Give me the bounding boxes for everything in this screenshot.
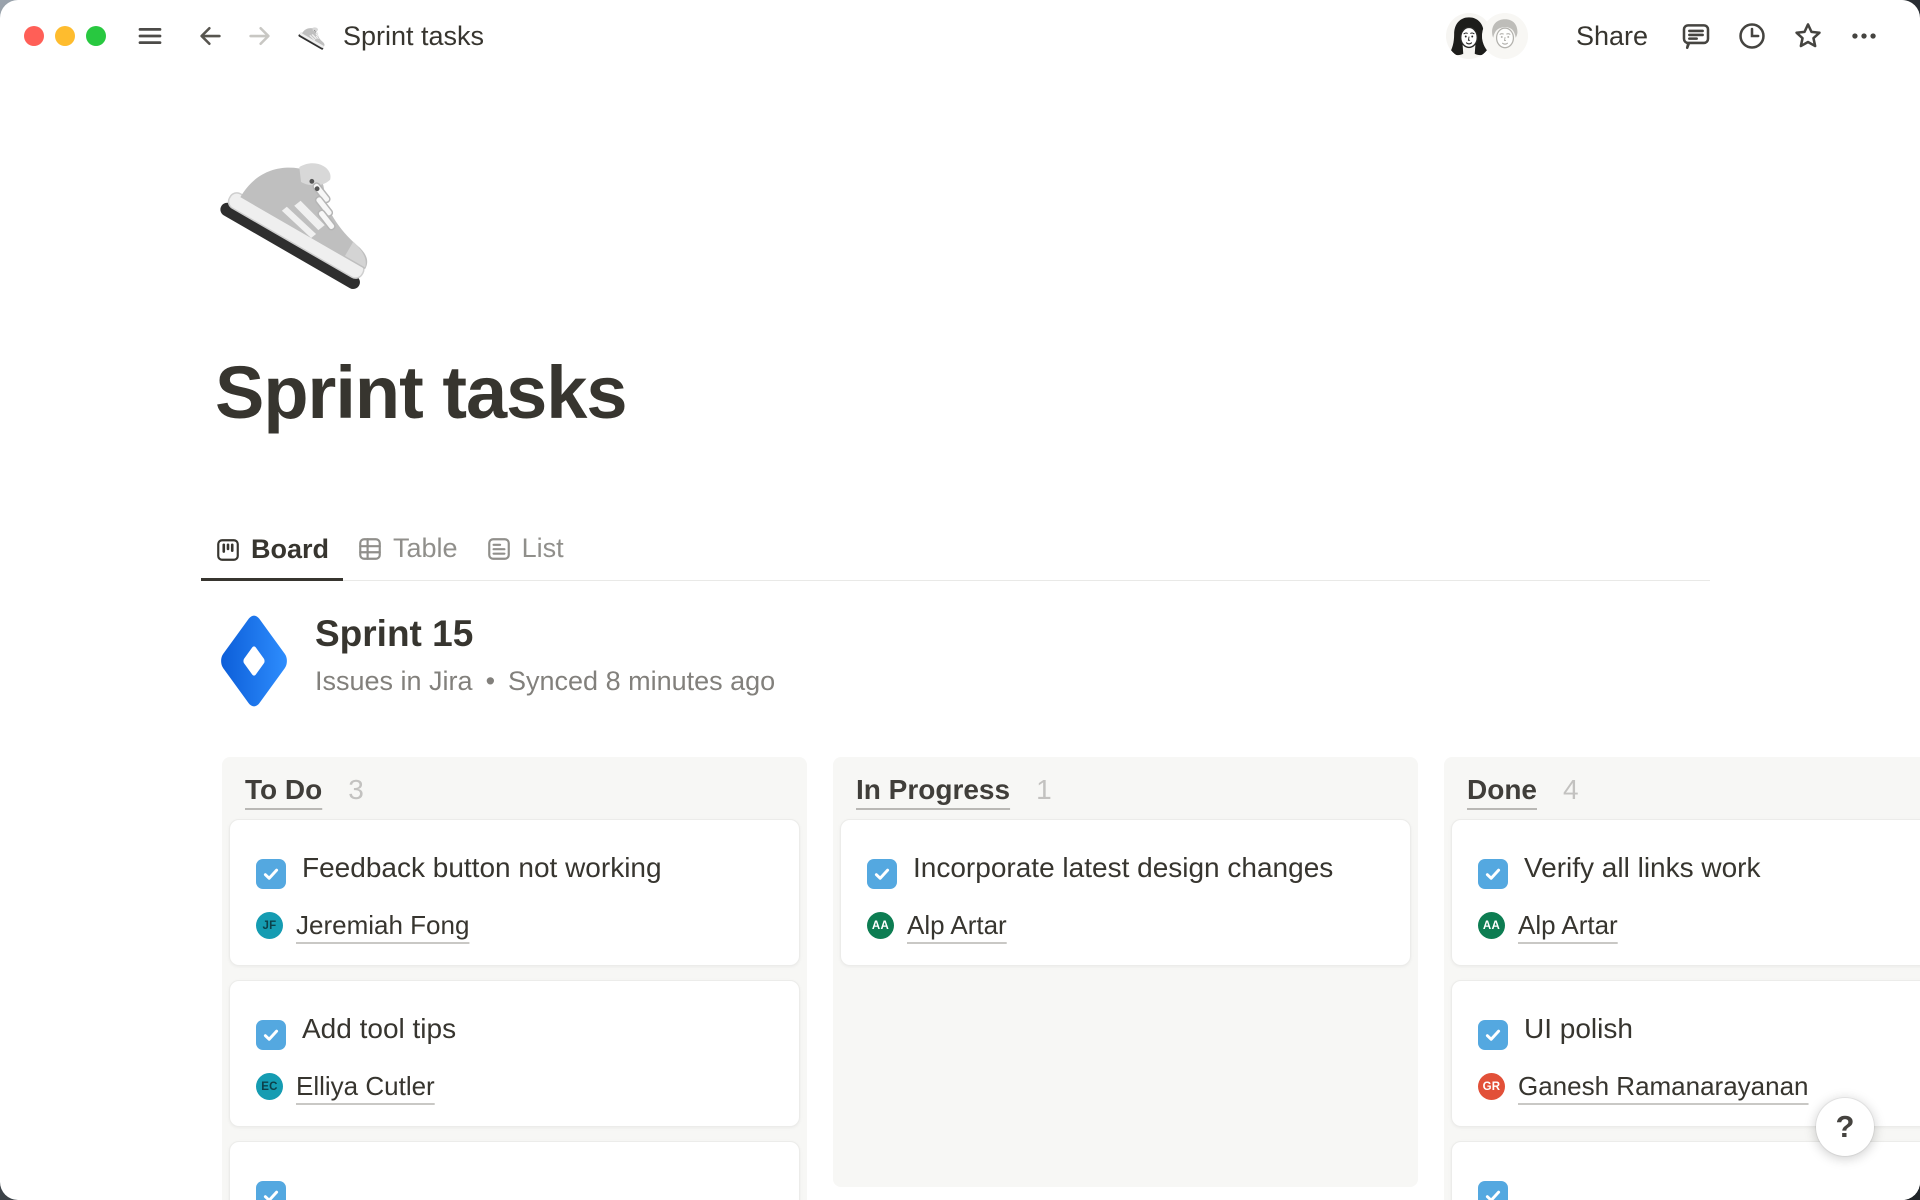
- dot-separator: •: [486, 666, 495, 697]
- hamburger-menu-icon: [137, 23, 163, 49]
- assignee-name[interactable]: Alp Artar: [907, 910, 1007, 941]
- assignee-row: EC Elliya Cutler: [256, 1071, 773, 1102]
- card-title-row: Feedback button not working: [256, 842, 773, 894]
- card-title: Add tool tips: [302, 1013, 456, 1044]
- task-checkbox[interactable]: [867, 859, 897, 889]
- task-checkbox[interactable]: [256, 1020, 286, 1050]
- source-label: Issues in Jira: [315, 666, 473, 697]
- assignee-name[interactable]: Alp Artar: [1518, 910, 1618, 941]
- sync-status: Synced 8 minutes ago: [508, 666, 775, 697]
- nav-forward-button[interactable]: [238, 14, 282, 58]
- card-title-row: [1478, 1164, 1920, 1200]
- updates-button[interactable]: [1730, 14, 1774, 58]
- share-button[interactable]: Share: [1562, 13, 1662, 60]
- assignee-row: AA Alp Artar: [1478, 910, 1920, 941]
- column-done-name[interactable]: Done: [1467, 774, 1537, 806]
- assignee-avatar: EC: [256, 1073, 283, 1100]
- assignee-name[interactable]: Ganesh Ramanarayanan: [1518, 1071, 1809, 1102]
- column-todo: To Do 3 Feedback button not working JF J…: [222, 757, 807, 1200]
- breadcrumb[interactable]: Sprint tasks: [288, 14, 494, 58]
- assignee-name[interactable]: Elliya Cutler: [296, 1071, 435, 1102]
- tab-table[interactable]: Table: [343, 521, 472, 580]
- card-verify-links[interactable]: Verify all links work AA Alp Artar: [1451, 819, 1920, 966]
- card-title: Feedback button not working: [302, 852, 662, 883]
- column-todo-name[interactable]: To Do: [245, 774, 322, 806]
- back-arrow-icon: [195, 21, 225, 51]
- card-title: Verify all links work: [1524, 852, 1761, 883]
- sprint-title[interactable]: Sprint 15: [315, 613, 775, 655]
- card-incorporate-design[interactable]: Incorporate latest design changes AA Alp…: [840, 819, 1411, 966]
- assignee-avatar: JF: [256, 912, 283, 939]
- forward-arrow-icon: [245, 21, 275, 51]
- assignee-row: GR Ganesh Ramanarayanan: [1478, 1071, 1920, 1102]
- comment-bubble-icon: [1680, 20, 1712, 52]
- zoom-window-button[interactable]: [86, 26, 106, 46]
- page-icon-running-shoe[interactable]: [218, 122, 398, 302]
- sidebar-toggle-button[interactable]: [128, 14, 172, 58]
- column-todo-count: 3: [348, 774, 364, 806]
- assignee-avatar: AA: [1478, 912, 1505, 939]
- tab-list[interactable]: List: [472, 521, 578, 580]
- task-checkbox[interactable]: [256, 1181, 286, 1200]
- star-icon: [1792, 20, 1824, 52]
- notion-window: Sprint tasks Share: [0, 0, 1920, 1200]
- view-tabs: Board Table List: [215, 521, 1710, 581]
- card-title: UI polish: [1524, 1013, 1633, 1044]
- tab-table-label: Table: [393, 533, 458, 564]
- collaborator-avatars[interactable]: [1446, 13, 1528, 59]
- column-done-header: Done 4: [1451, 757, 1920, 819]
- card-feedback-button[interactable]: Feedback button not working JF Jeremiah …: [229, 819, 800, 966]
- column-in-progress-count: 1: [1036, 774, 1052, 806]
- linked-database-titles: Sprint 15 Issues in Jira • Synced 8 minu…: [315, 611, 775, 697]
- nav-back-button[interactable]: [188, 14, 232, 58]
- tab-board[interactable]: Board: [201, 522, 343, 581]
- ellipsis-icon: [1848, 20, 1880, 52]
- tab-list-label: List: [522, 533, 564, 564]
- favorite-button[interactable]: [1786, 14, 1830, 58]
- close-window-button[interactable]: [24, 26, 44, 46]
- topbar: Sprint tasks Share: [0, 0, 1920, 72]
- collaborator-avatar-man: [1482, 13, 1528, 59]
- assignee-name[interactable]: Jeremiah Fong: [296, 910, 469, 941]
- linked-database-header: Sprint 15 Issues in Jira • Synced 8 minu…: [217, 611, 1920, 711]
- sync-status-row: Issues in Jira • Synced 8 minutes ago: [315, 666, 775, 697]
- column-in-progress-header: In Progress 1: [840, 757, 1411, 819]
- page-title[interactable]: Sprint tasks: [215, 352, 1920, 433]
- task-checkbox[interactable]: [1478, 1181, 1508, 1200]
- minimize-window-button[interactable]: [55, 26, 75, 46]
- board-view-icon: [215, 537, 241, 563]
- clock-icon: [1736, 20, 1768, 52]
- task-checkbox[interactable]: [256, 859, 286, 889]
- column-todo-header: To Do 3: [229, 757, 800, 819]
- column-done-count: 4: [1563, 774, 1579, 806]
- assignee-avatar: AA: [867, 912, 894, 939]
- tab-board-label: Board: [251, 534, 329, 565]
- kanban-board: To Do 3 Feedback button not working JF J…: [222, 757, 1920, 1200]
- task-checkbox[interactable]: [1478, 1020, 1508, 1050]
- more-options-button[interactable]: [1842, 14, 1886, 58]
- window-controls: [24, 26, 106, 46]
- card-title-row: Verify all links work: [1478, 842, 1920, 894]
- column-in-progress: In Progress 1 Incorporate latest design …: [833, 757, 1418, 1187]
- assignee-avatar: GR: [1478, 1073, 1505, 1100]
- list-view-icon: [486, 536, 512, 562]
- assignee-row: JF Jeremiah Fong: [256, 910, 773, 941]
- table-view-icon: [357, 536, 383, 562]
- card-title-row: UI polish: [1478, 1003, 1920, 1055]
- task-checkbox[interactable]: [1478, 859, 1508, 889]
- breadcrumb-page-title: Sprint tasks: [343, 21, 484, 52]
- jira-logo-icon: [217, 611, 291, 711]
- topbar-actions: Share: [1446, 13, 1886, 60]
- card-title-row: Add tool tips: [256, 1003, 773, 1055]
- comments-button[interactable]: [1674, 14, 1718, 58]
- page-icon-small: [298, 20, 330, 52]
- card-partial[interactable]: [229, 1141, 800, 1200]
- card-title-row: Incorporate latest design changes: [867, 842, 1384, 894]
- card-title: Incorporate latest design changes: [913, 852, 1333, 883]
- card-title-row: [256, 1164, 773, 1200]
- card-add-tool-tips[interactable]: Add tool tips EC Elliya Cutler: [229, 980, 800, 1127]
- help-button[interactable]: ?: [1816, 1098, 1874, 1156]
- assignee-row: AA Alp Artar: [867, 910, 1384, 941]
- column-in-progress-name[interactable]: In Progress: [856, 774, 1010, 806]
